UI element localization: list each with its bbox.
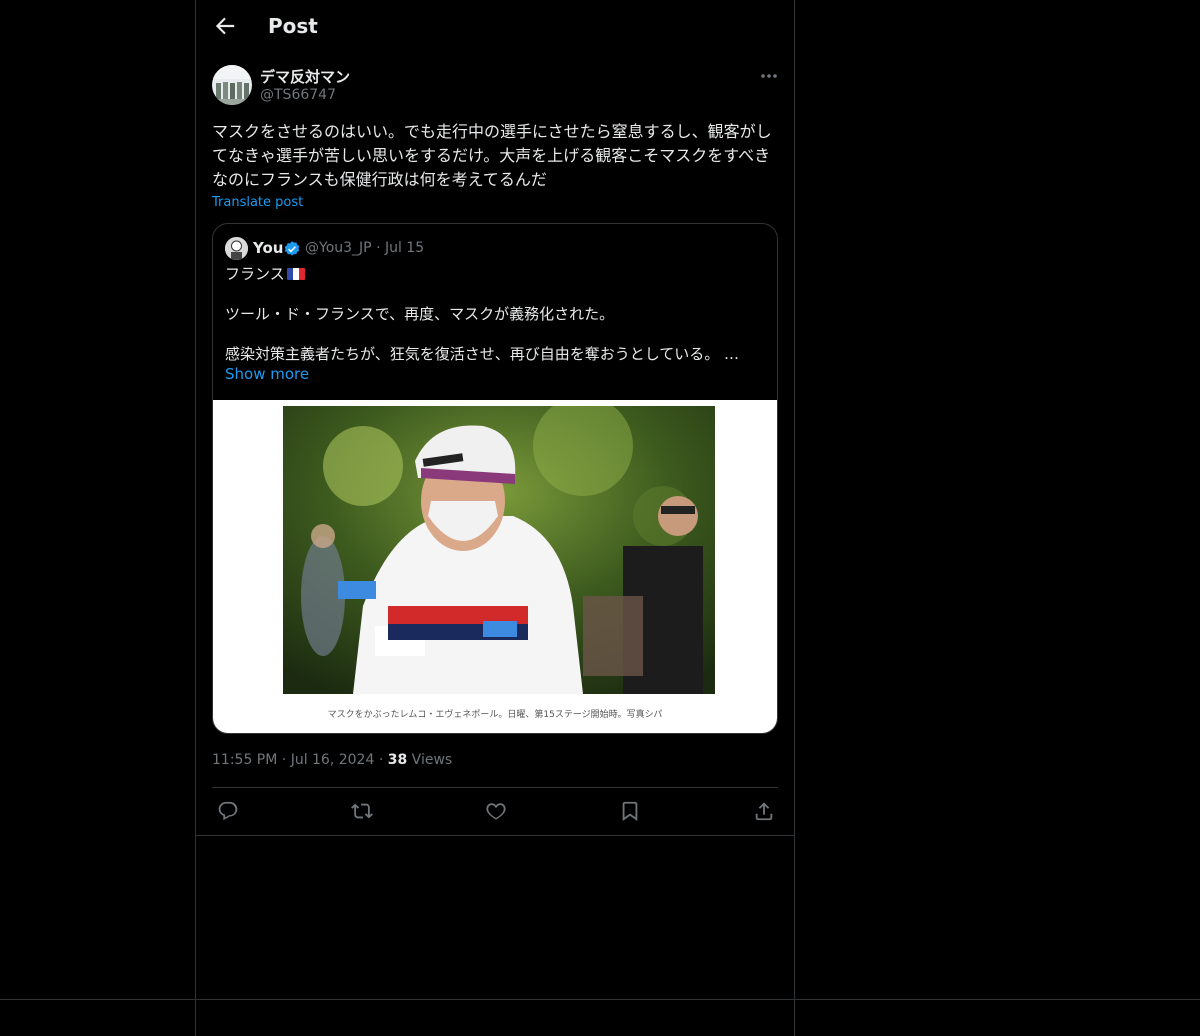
avatar[interactable] [212, 65, 252, 105]
quoted-image[interactable]: マスクをかぶったレムコ・エヴェネポール。日曜、第15ステージ開始時。写真シパ [213, 400, 777, 733]
meta-divider [212, 787, 778, 788]
page-title: Post [268, 14, 318, 38]
post-time[interactable]: 11:55 PM [212, 752, 277, 768]
author-name[interactable]: デマ反対マン [260, 66, 350, 87]
quoted-meta: @You3_JP · Jul 15 [305, 240, 425, 256]
quoted-post[interactable]: You @You3_JP · Jul 15 フランス ツール・ド・フランスで、再… [212, 223, 778, 734]
verified-icon [284, 241, 300, 256]
quoted-line-1-text: フランス [225, 265, 285, 283]
reply-icon[interactable] [217, 800, 239, 822]
post-meta: 11:55 PM · Jul 16, 2024 · 38 Views [212, 752, 453, 768]
quoted-line-2: ツール・ド・フランスで、再度、マスクが義務化された。 [225, 305, 615, 323]
post-date[interactable]: Jul 16, 2024 [291, 752, 375, 768]
header: Post [196, 0, 794, 53]
show-more-link[interactable]: Show more [225, 365, 309, 383]
views-label: Views [411, 752, 453, 768]
more-icon[interactable] [758, 70, 780, 82]
back-arrow-icon[interactable] [212, 13, 238, 39]
quoted-avatar [225, 237, 248, 260]
share-icon[interactable] [753, 800, 775, 822]
views-count: 38 [387, 752, 408, 768]
quoted-line-1: フランス [225, 264, 305, 284]
actions-divider [196, 835, 794, 836]
main-column: Post デマ反対マン @TS66747 マスクをさせるのはいい。でも走行中の選… [195, 0, 795, 1036]
cyclist-photo [283, 406, 715, 694]
quoted-author-handle: @You3_JP [305, 240, 372, 256]
bookmark-icon[interactable] [619, 800, 641, 822]
quoted-date: Jul 15 [384, 240, 425, 256]
translate-link[interactable]: Translate post [212, 195, 303, 210]
like-icon[interactable] [485, 800, 507, 822]
repost-icon[interactable] [351, 800, 373, 822]
france-flag-icon [286, 268, 305, 280]
image-caption: マスクをかぶったレムコ・エヴェネポール。日曜、第15ステージ開始時。写真シパ [327, 710, 663, 720]
quoted-line-3: 感染対策主義者たちが、狂気を復活させ、再び自由を奪おうとしている。 … [225, 345, 740, 363]
post-text: マスクをさせるのはいい。でも走行中の選手にさせたら窒息するし、観客がしてなきゃ選… [212, 122, 772, 189]
quoted-author-name: You [253, 239, 284, 257]
author-handle[interactable]: @TS66747 [260, 87, 336, 103]
